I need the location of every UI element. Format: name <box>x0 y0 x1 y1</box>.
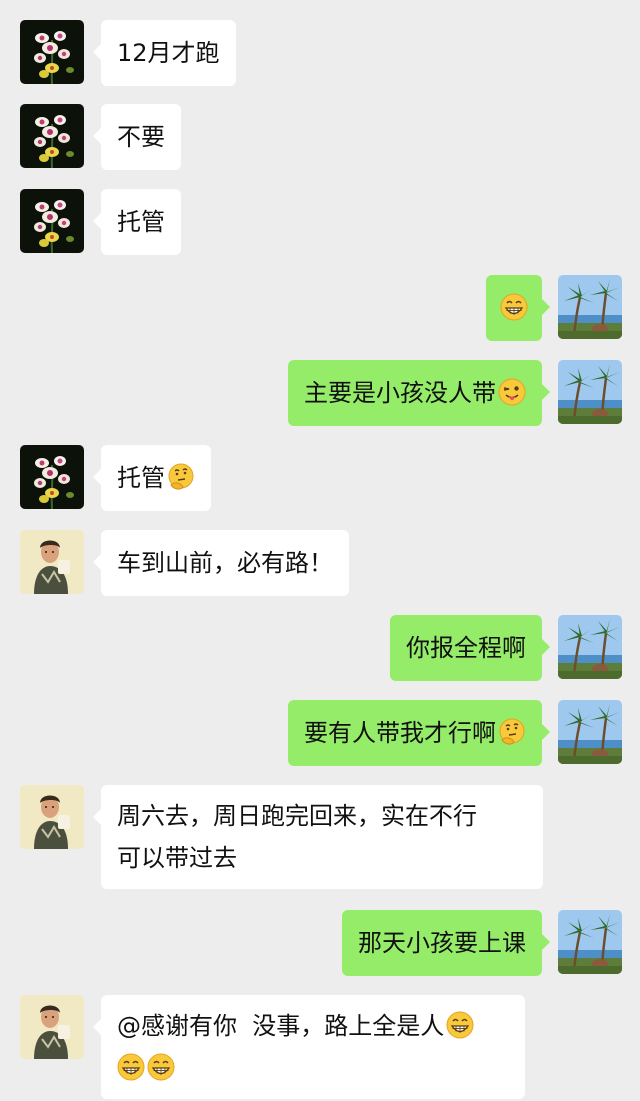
palm-tree-avatar[interactable] <box>558 275 622 339</box>
message-text: 12月才跑 <box>117 39 220 67</box>
palm-tree-avatar[interactable] <box>558 615 622 679</box>
message-text-line: 可以带过去 <box>117 844 237 872</box>
message-bubble[interactable]: 主要是小孩没人带 <box>288 360 550 426</box>
woman-photo-avatar[interactable] <box>20 530 84 594</box>
flower-avatar[interactable] <box>20 20 84 84</box>
grin-icon <box>500 293 528 321</box>
message-text-line: 周六去，周日跑完回来，实在不行 <box>117 802 477 830</box>
woman-photo-avatar[interactable] <box>20 995 84 1059</box>
flower-avatar[interactable] <box>20 445 84 509</box>
message-bubble[interactable]: 12月才跑 <box>93 20 236 86</box>
palm-tree-avatar[interactable] <box>558 910 622 974</box>
message-text: 托管 <box>117 208 165 236</box>
message-text: 要有人带我才行啊 <box>304 719 496 747</box>
woman-photo-avatar[interactable] <box>20 785 84 849</box>
message-bubble[interactable]: 托管 <box>93 445 211 511</box>
message-bubble[interactable]: 车到山前，必有路！ <box>93 530 349 596</box>
wink-tongue-icon <box>498 378 526 406</box>
message-bubble[interactable]: 你报全程啊 <box>390 615 550 681</box>
grin-icon <box>147 1053 175 1081</box>
message-text-line: @感谢有你 没事，路上全是人 <box>117 1005 509 1047</box>
flower-avatar[interactable] <box>20 104 84 168</box>
message-bubble[interactable]: 托管 <box>93 189 181 255</box>
message-text: 你报全程啊 <box>406 634 526 662</box>
grin-icon <box>446 1011 475 1039</box>
message-bubble[interactable]: 那天小孩要上课 <box>342 910 550 976</box>
message-bubble[interactable] <box>486 275 550 341</box>
message-bubble[interactable]: @感谢有你 没事，路上全是人 <box>93 995 525 1099</box>
thinking-face-icon <box>498 718 526 746</box>
message-text: @感谢有你 没事，路上全是人 <box>117 1012 445 1040</box>
message-text-line <box>117 1047 509 1089</box>
grin-icon <box>117 1053 145 1081</box>
palm-tree-avatar[interactable] <box>558 360 622 424</box>
message-bubble[interactable]: 周六去，周日跑完回来，实在不行 可以带过去 <box>93 785 543 889</box>
message-text: 那天小孩要上课 <box>358 929 526 957</box>
message-text: 车到山前，必有路！ <box>117 549 333 577</box>
message-bubble[interactable]: 不要 <box>93 104 181 170</box>
palm-tree-avatar[interactable] <box>558 700 622 764</box>
thinking-face-icon <box>167 463 195 491</box>
message-bubble[interactable]: 要有人带我才行啊 <box>288 700 550 766</box>
message-text: 托管 <box>117 464 165 492</box>
message-text: 主要是小孩没人带 <box>304 379 496 407</box>
flower-avatar[interactable] <box>20 189 84 253</box>
message-text: 不要 <box>117 123 165 151</box>
